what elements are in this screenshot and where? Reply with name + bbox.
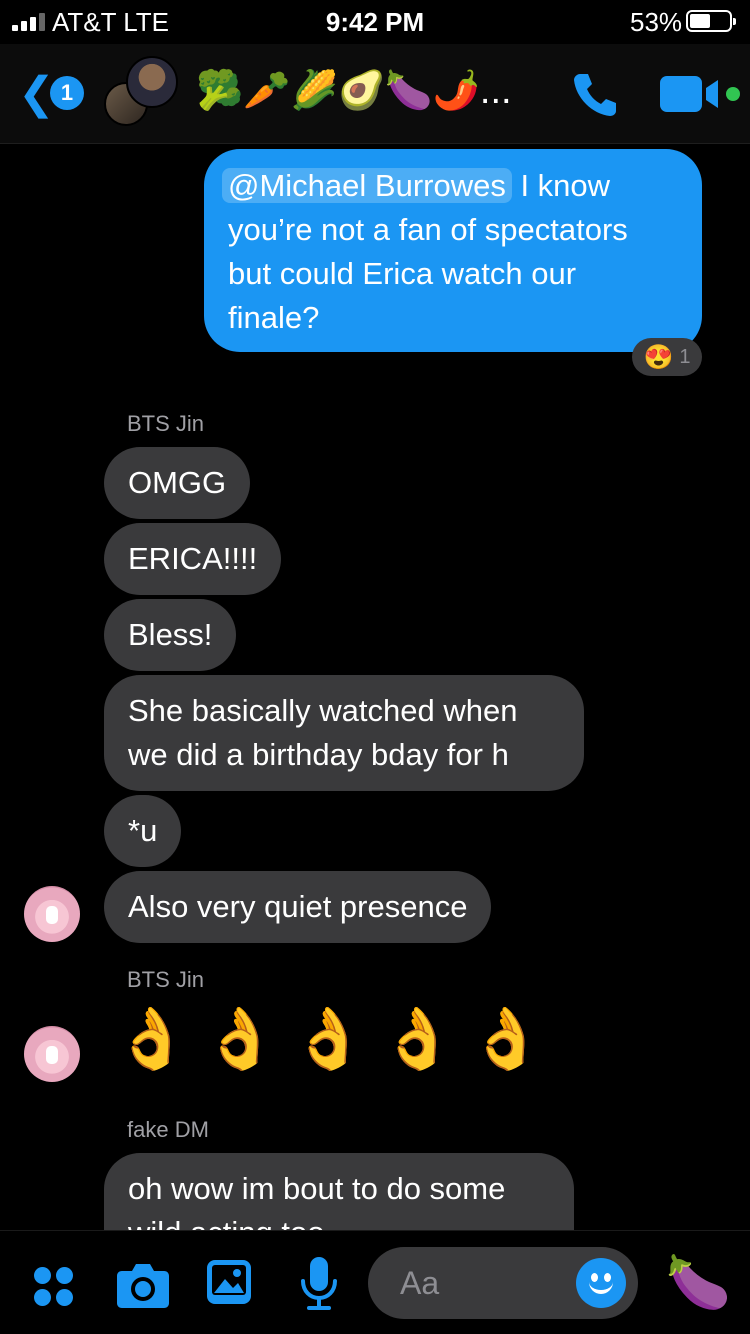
incoming-message[interactable]: She basically watched when we did a birt… (104, 675, 584, 791)
conversation-title[interactable]: 🥦🥕🌽🥑🍆🌶️... (196, 66, 512, 116)
reaction-count: 1 (679, 345, 691, 368)
sender-avatar[interactable] (24, 1026, 80, 1082)
message-input[interactable]: Aa (368, 1247, 638, 1319)
incoming-message[interactable]: Bless! (104, 599, 237, 671)
sender-name: BTS Jin (127, 967, 205, 992)
active-status-dot (726, 87, 740, 101)
quick-reaction-button[interactable]: 🍆 (666, 1253, 731, 1313)
message-reaction[interactable]: 😍 1 (632, 338, 702, 376)
sender-name: fake DM (127, 1117, 209, 1142)
incoming-message[interactable]: OMGG (104, 447, 251, 519)
sender-avatar[interactable] (24, 886, 80, 942)
message-input-placeholder: Aa (400, 1265, 440, 1301)
menu-dots-icon[interactable] (34, 1267, 74, 1307)
battery-percentage: 53% (630, 7, 683, 37)
outgoing-message[interactable]: @Michael Burrowes I know you’re not a fa… (204, 149, 702, 352)
incoming-message[interactable]: *u (104, 795, 182, 867)
mention-tag[interactable]: @Michael Burrowes (222, 168, 512, 203)
member-avatar (126, 56, 178, 108)
status-bar: AT&T LTE 9:42 PM 53% (0, 0, 750, 44)
ok-hand-emoji-message[interactable]: 👌👌👌👌👌 (114, 1003, 558, 1074)
camera-icon[interactable] (116, 1261, 170, 1309)
incoming-message[interactable]: oh wow im bout to do some wild acting to… (104, 1153, 574, 1230)
unread-count-badge[interactable]: 1 (50, 76, 84, 110)
battery-icon (686, 10, 736, 32)
sender-name: BTS Jin (127, 411, 205, 436)
microphone-icon[interactable] (298, 1255, 340, 1313)
phone-icon[interactable] (568, 68, 620, 120)
group-avatar[interactable] (104, 56, 178, 130)
heart-eyes-emoji: 😍 (643, 343, 674, 371)
photo-icon[interactable] (206, 1259, 252, 1305)
incoming-message[interactable]: Also very quiet presence (104, 871, 492, 943)
incoming-message[interactable]: ERICA!!!! (104, 523, 282, 595)
conversation-header: ❮ 1 🥦🥕🌽🥑🍆🌶️... (0, 44, 750, 144)
message-composer: Aa 🍆 (0, 1230, 750, 1334)
video-camera-icon[interactable] (660, 74, 742, 114)
message-thread[interactable]: @Michael Burrowes I know you’re not a fa… (0, 145, 750, 1230)
emoji-icon[interactable] (576, 1258, 626, 1308)
